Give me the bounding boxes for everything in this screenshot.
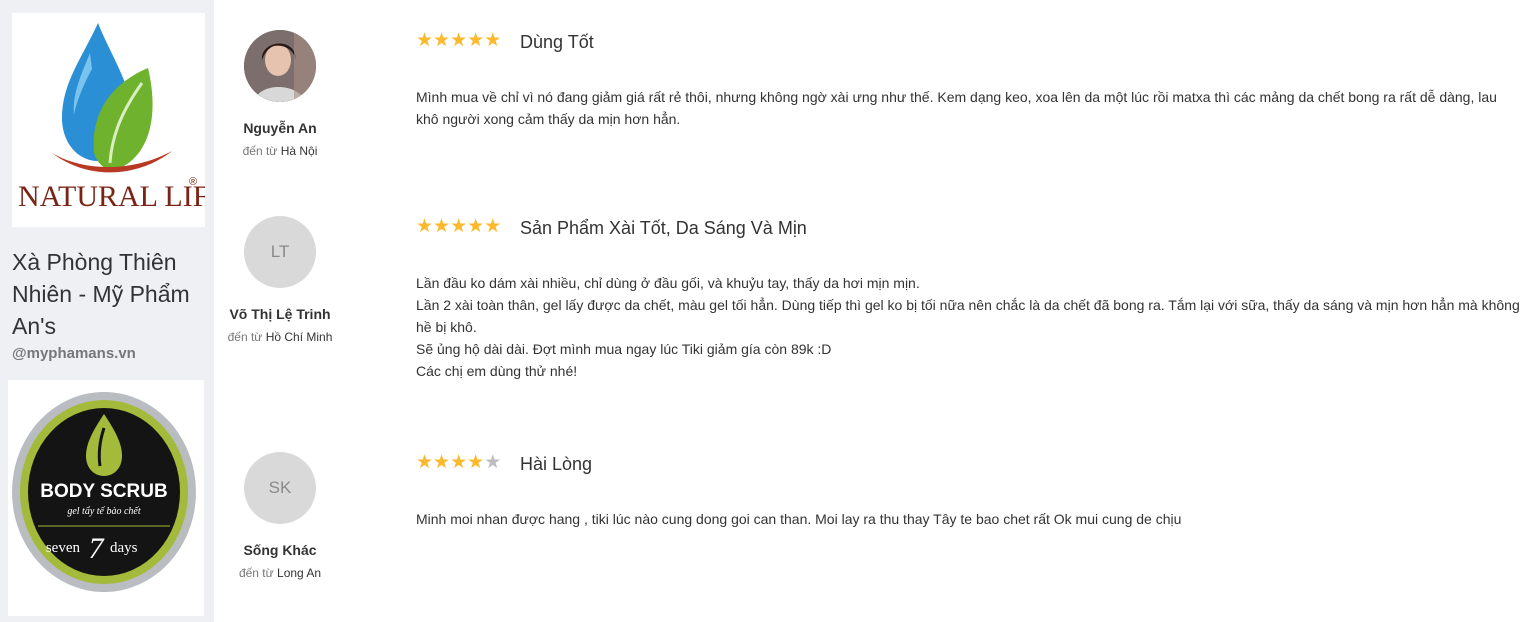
reviewer-name: Võ Thị Lệ Trinh	[229, 306, 331, 322]
star-icon: ★	[484, 30, 502, 51]
reviewer-location: đến từ Hồ Chí Minh	[227, 330, 333, 344]
svg-text:7: 7	[89, 532, 106, 565]
star-icon: ★	[450, 30, 468, 51]
seller-handle[interactable]: @myphamans.vn	[12, 345, 136, 362]
rating-stars: ★★★★★	[416, 452, 501, 474]
seller-name[interactable]: Xà Phòng Thiên Nhiên - Mỹ Phẩm An's	[12, 246, 208, 342]
avatar	[244, 30, 316, 102]
svg-text:BODY SCRUB: BODY SCRUB	[40, 481, 167, 502]
reviewer-info: Nguyễn An đến từ Hà Nội	[214, 30, 346, 158]
star-icon: ★	[450, 216, 468, 237]
review-content: Minh moi nhan được hang , tiki lúc nào c…	[416, 511, 1182, 527]
star-icon: ★	[467, 452, 485, 473]
reviewer-location: đến từ Hà Nội	[242, 144, 318, 158]
review-title: Sản Phẩm Xài Tốt, Da Sáng Và Mịn	[520, 218, 807, 238]
review-title: Hài Lòng	[520, 454, 593, 474]
avatar: SK	[244, 452, 316, 524]
star-icon: ★	[484, 216, 502, 237]
product-image[interactable]: BODY SCRUB gel tẩy tế bào chết seven 7 d…	[8, 380, 204, 616]
svg-text:seven: seven	[46, 540, 81, 556]
reviewer-name: Sống Khác	[243, 542, 317, 558]
svg-text:NATURAL LIFE: NATURAL LIFE	[18, 180, 205, 213]
review-content: Lần đầu ko dám xài nhiều, chỉ dùng ở đầu…	[416, 275, 1520, 379]
star-icon: ★	[416, 30, 434, 51]
reviewer-info: LT Võ Thị Lệ Trinh đến từ Hồ Chí Minh	[214, 216, 346, 344]
star-empty-icon: ★	[484, 452, 502, 473]
star-icon: ★	[433, 452, 451, 473]
svg-text:days: days	[110, 540, 138, 556]
user-photo-icon	[244, 30, 316, 102]
natural-life-logo-icon: NATURAL LIFE ®	[18, 23, 228, 213]
star-icon: ★	[416, 216, 434, 237]
svg-text:gel tẩy tế bào chết: gel tẩy tế bào chết	[67, 506, 141, 517]
avatar: LT	[244, 216, 316, 288]
reviewer-info: SK Sống Khác đến từ Long An	[214, 452, 346, 580]
star-icon: ★	[467, 30, 485, 51]
rating-stars: ★★★★★	[416, 216, 501, 238]
review-content: Mình mua về chỉ vì nó đang giảm giá rất …	[416, 89, 1497, 127]
star-icon: ★	[450, 452, 468, 473]
star-icon: ★	[467, 216, 485, 237]
star-icon: ★	[416, 452, 434, 473]
reviewer-location: đến từ Long An	[238, 566, 322, 580]
star-icon: ★	[433, 216, 451, 237]
star-icon: ★	[433, 30, 451, 51]
reviewer-name: Nguyễn An	[243, 120, 317, 136]
seller-sidebar: NATURAL LIFE ® Xà Phòng Thiên Nhiên - Mỹ…	[0, 0, 228, 622]
review-title: Dùng Tốt	[520, 32, 594, 52]
svg-text:®: ®	[189, 176, 197, 188]
rating-stars: ★★★★★	[416, 30, 501, 52]
brand-logo[interactable]: NATURAL LIFE ®	[12, 13, 228, 227]
body-scrub-jar-icon: BODY SCRUB gel tẩy tế bào chết seven 7 d…	[12, 392, 196, 592]
